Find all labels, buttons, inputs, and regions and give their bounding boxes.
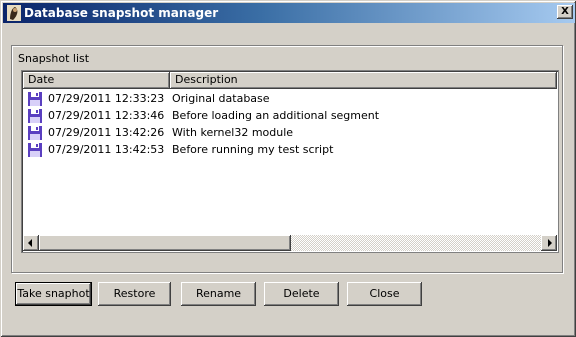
restore-button[interactable]: Restore <box>98 282 171 306</box>
snapshot-date: 07/29/2011 13:42:53 <box>48 143 165 156</box>
floppy-disk-icon <box>28 125 42 140</box>
dialog-window: Database snapshot manager X Snapshot lis… <box>0 0 576 337</box>
arrow-right-icon <box>548 239 552 247</box>
snapshot-description: Original database <box>172 92 270 105</box>
floppy-disk-icon <box>28 108 42 123</box>
snapshot-date: 07/29/2011 13:42:26 <box>48 126 165 139</box>
rename-label: Rename <box>195 287 242 300</box>
column-header-description[interactable]: Description <box>170 72 557 89</box>
snapshot-description: With kernel32 module <box>172 126 294 139</box>
close-button[interactable]: Close <box>347 282 422 306</box>
snapshot-list-label: Snapshot list <box>18 52 90 65</box>
rename-button[interactable]: Rename <box>181 282 256 306</box>
arrow-left-icon <box>28 239 32 247</box>
table-row[interactable]: 07/29/2011 12:33:46 Before loading an ad… <box>23 107 557 124</box>
delete-button[interactable]: Delete <box>264 282 339 306</box>
take-snapshot-label: Take snaphot <box>17 287 90 300</box>
floppy-disk-icon <box>28 142 42 157</box>
close-window-button[interactable]: X <box>557 5 573 19</box>
table-row[interactable]: 07/29/2011 12:33:23 Original database <box>23 90 557 107</box>
horizontal-scrollbar[interactable] <box>23 235 557 251</box>
title-bar[interactable]: Database snapshot manager X <box>3 3 575 23</box>
floppy-disk-icon <box>28 91 42 106</box>
column-header-date[interactable]: Date <box>23 72 170 89</box>
close-label: Close <box>369 287 400 300</box>
scroll-thumb[interactable] <box>39 235 291 251</box>
delete-label: Delete <box>283 287 320 300</box>
snapshot-description: Before loading an additional segment <box>172 109 380 122</box>
snapshot-rows: 07/29/2011 12:33:23 Original database 07… <box>23 90 557 158</box>
restore-label: Restore <box>113 287 156 300</box>
scroll-left-button[interactable] <box>23 235 39 251</box>
table-row[interactable]: 07/29/2011 13:42:53 Before running my te… <box>23 141 557 158</box>
list-header: Date Description <box>23 72 557 89</box>
snapshot-date: 07/29/2011 12:33:46 <box>48 109 165 122</box>
scroll-right-button[interactable] <box>541 235 557 251</box>
take-snapshot-button[interactable]: Take snaphot <box>15 282 92 306</box>
app-icon <box>7 5 21 21</box>
snapshot-date: 07/29/2011 12:33:23 <box>48 92 165 105</box>
window-title: Database snapshot manager <box>24 6 219 20</box>
snapshot-listview[interactable]: Date Description 07/29/2011 12:33:23 Ori… <box>21 70 559 253</box>
table-row[interactable]: 07/29/2011 13:42:26 With kernel32 module <box>23 124 557 141</box>
close-icon: X <box>561 6 569 17</box>
snapshot-description: Before running my test script <box>172 143 334 156</box>
